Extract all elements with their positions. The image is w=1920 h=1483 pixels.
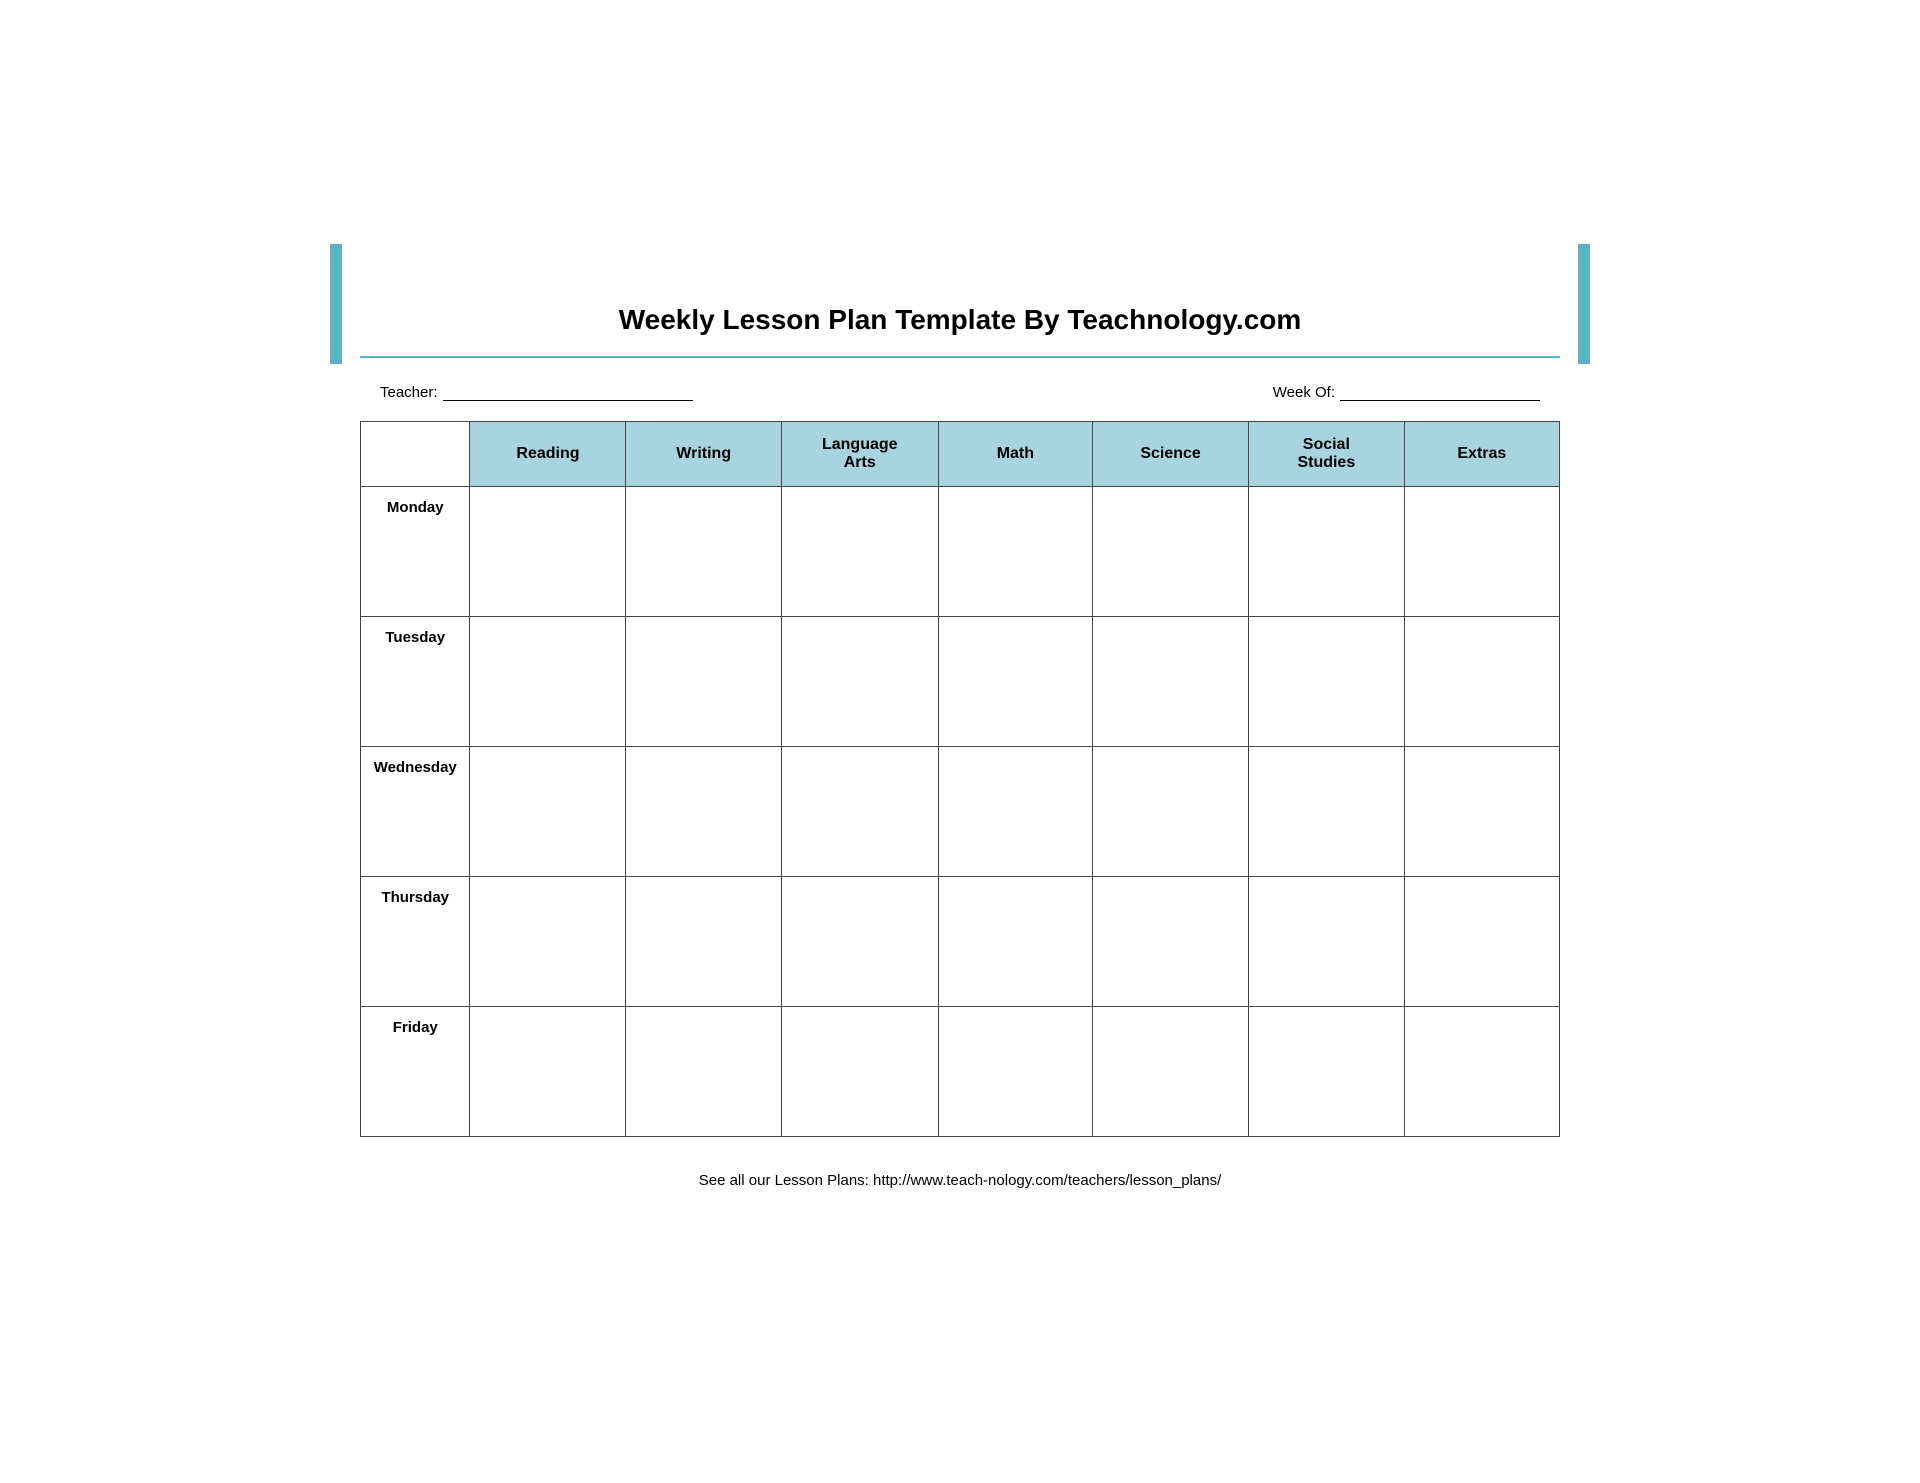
monday-reading[interactable] [470,487,626,617]
side-bar-left [330,244,342,364]
header-math: Math [938,422,1093,487]
thursday-language-arts[interactable] [781,877,938,1007]
tuesday-extras[interactable] [1404,617,1559,747]
friday-extras[interactable] [1404,1007,1559,1137]
tuesday-reading[interactable] [470,617,626,747]
tuesday-language-arts[interactable] [781,617,938,747]
monday-social-studies[interactable] [1249,487,1405,617]
header-social-studies: SocialStudies [1249,422,1405,487]
thursday-reading[interactable] [470,877,626,1007]
wednesday-writing[interactable] [626,747,782,877]
header-extras: Extras [1404,422,1559,487]
wednesday-reading[interactable] [470,747,626,877]
thursday-writing[interactable] [626,877,782,1007]
tuesday-science[interactable] [1093,617,1249,747]
header-science: Science [1093,422,1249,487]
day-friday: Friday [361,1007,470,1137]
tuesday-math[interactable] [938,617,1093,747]
friday-language-arts[interactable] [781,1007,938,1137]
thursday-math[interactable] [938,877,1093,1007]
table-row: Friday [361,1007,1560,1137]
title-divider [360,356,1560,358]
meta-row: Teacher: Week Of: [360,383,1560,401]
friday-social-studies[interactable] [1249,1007,1405,1137]
week-of-label: Week Of: [1273,384,1335,401]
tuesday-social-studies[interactable] [1249,617,1405,747]
wednesday-social-studies[interactable] [1249,747,1405,877]
table-row: Monday [361,487,1560,617]
monday-math[interactable] [938,487,1093,617]
tuesday-writing[interactable] [626,617,782,747]
day-tuesday: Tuesday [361,617,470,747]
wednesday-science[interactable] [1093,747,1249,877]
friday-math[interactable] [938,1007,1093,1137]
week-of-underline [1340,383,1540,401]
thursday-science[interactable] [1093,877,1249,1007]
day-wednesday: Wednesday [361,747,470,877]
monday-extras[interactable] [1404,487,1559,617]
lesson-plan-table: Reading Writing LanguageArts Math Scienc… [360,421,1560,1137]
teacher-field: Teacher: [380,383,693,401]
monday-writing[interactable] [626,487,782,617]
table-row: Wednesday [361,747,1560,877]
page-title: Weekly Lesson Plan Template By Teachnolo… [360,274,1560,356]
wednesday-language-arts[interactable] [781,747,938,877]
header-corner [361,422,470,487]
friday-reading[interactable] [470,1007,626,1137]
page-container: Weekly Lesson Plan Template By Teachnolo… [320,244,1600,1239]
monday-language-arts[interactable] [781,487,938,617]
footer-text: See all our Lesson Plans: http://www.tea… [360,1172,1560,1189]
week-of-field: Week Of: [1273,383,1540,401]
table-row: Tuesday [361,617,1560,747]
wednesday-extras[interactable] [1404,747,1559,877]
monday-science[interactable] [1093,487,1249,617]
header-writing: Writing [626,422,782,487]
day-thursday: Thursday [361,877,470,1007]
teacher-underline [443,383,693,401]
friday-writing[interactable] [626,1007,782,1137]
thursday-extras[interactable] [1404,877,1559,1007]
thursday-social-studies[interactable] [1249,877,1405,1007]
day-monday: Monday [361,487,470,617]
friday-science[interactable] [1093,1007,1249,1137]
teacher-label: Teacher: [380,384,438,401]
side-bar-right [1578,244,1590,364]
header-language-arts: LanguageArts [781,422,938,487]
header-reading: Reading [470,422,626,487]
table-row: Thursday [361,877,1560,1007]
wednesday-math[interactable] [938,747,1093,877]
table-header-row: Reading Writing LanguageArts Math Scienc… [361,422,1560,487]
